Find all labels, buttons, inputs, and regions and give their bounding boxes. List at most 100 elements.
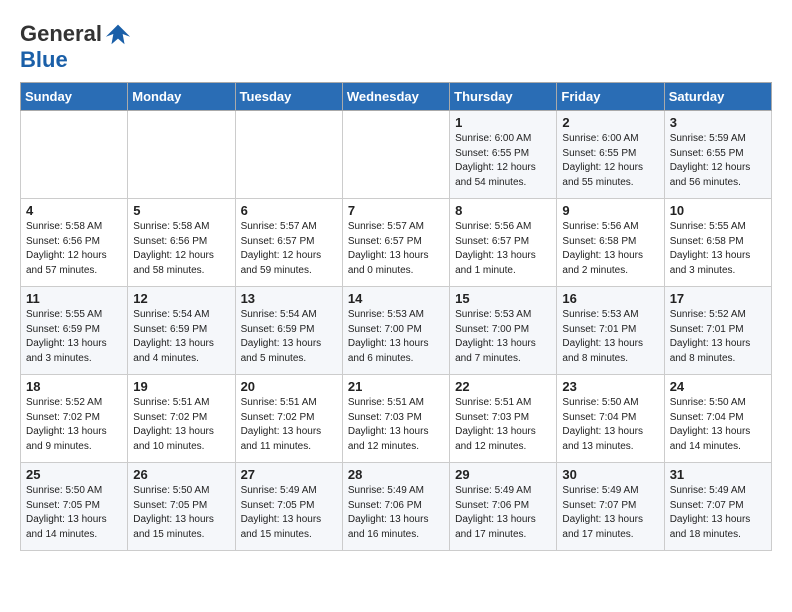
calendar-cell: 15 Sunrise: 5:53 AM Sunset: 7:00 PM Dayli… bbox=[450, 287, 557, 375]
day-info: Sunrise: 5:57 AM Sunset: 6:57 PM Dayligh… bbox=[348, 220, 444, 278]
calendar-cell: 6 Sunrise: 5:57 AM Sunset: 6:57 PM Daylig… bbox=[235, 199, 342, 287]
calendar-cell: 20 Sunrise: 5:51 AM Sunset: 7:02 PM Dayli… bbox=[235, 375, 342, 463]
day-info: Sunrise: 5:55 AM Sunset: 6:59 PM Dayligh… bbox=[26, 308, 122, 366]
calendar-cell: 1 Sunrise: 6:00 AM Sunset: 6:55 PM Daylig… bbox=[450, 111, 557, 199]
day-number: 20 bbox=[241, 379, 337, 394]
logo-bird-icon bbox=[104, 20, 132, 48]
calendar-cell: 23 Sunrise: 5:50 AM Sunset: 7:04 PM Dayli… bbox=[557, 375, 664, 463]
day-info: Sunrise: 5:52 AM Sunset: 7:01 PM Dayligh… bbox=[670, 308, 766, 366]
day-number: 26 bbox=[133, 467, 229, 482]
calendar-cell: 13 Sunrise: 5:54 AM Sunset: 6:59 PM Dayli… bbox=[235, 287, 342, 375]
weekday-header-sunday: Sunday bbox=[21, 83, 128, 111]
calendar-cell: 21Sunrise: 5:51 AM Sunset: 7:03 PM Dayli… bbox=[342, 375, 449, 463]
day-number: 23 bbox=[562, 379, 658, 394]
day-info: Sunrise: 5:50 AM Sunset: 7:05 PM Dayligh… bbox=[26, 484, 122, 542]
calendar-cell: 11 Sunrise: 5:55 AM Sunset: 6:59 PM Dayli… bbox=[21, 287, 128, 375]
day-number: 24 bbox=[670, 379, 766, 394]
calendar-cell: 7 Sunrise: 5:57 AM Sunset: 6:57 PM Daylig… bbox=[342, 199, 449, 287]
day-number: 9 bbox=[562, 203, 658, 218]
day-info: Sunrise: 5:54 AM Sunset: 6:59 PM Dayligh… bbox=[241, 308, 337, 366]
day-info: Sunrise: 5:53 AM Sunset: 7:01 PM Dayligh… bbox=[562, 308, 658, 366]
day-info: Sunrise: 5:52 AM Sunset: 7:02 PM Dayligh… bbox=[26, 396, 122, 454]
day-number: 8 bbox=[455, 203, 551, 218]
day-number: 19 bbox=[133, 379, 229, 394]
weekday-header-thursday: Thursday bbox=[450, 83, 557, 111]
day-info: Sunrise: 5:55 AM Sunset: 6:58 PM Dayligh… bbox=[670, 220, 766, 278]
calendar-cell: 10 Sunrise: 5:55 AM Sunset: 6:58 PM Dayli… bbox=[664, 199, 771, 287]
day-info: Sunrise: 5:49 AM Sunset: 7:07 PM Dayligh… bbox=[562, 484, 658, 542]
calendar-cell: 30 Sunrise: 5:49 AM Sunset: 7:07 PM Dayli… bbox=[557, 463, 664, 551]
logo: General Blue bbox=[20, 20, 132, 72]
day-info: Sunrise: 5:51 AM Sunset: 7:02 PM Dayligh… bbox=[241, 396, 337, 454]
calendar-cell: 4 Sunrise: 5:58 AM Sunset: 6:56 PM Daylig… bbox=[21, 199, 128, 287]
day-number: 2 bbox=[562, 115, 658, 130]
day-info: Sunrise: 5:58 AM Sunset: 6:56 PM Dayligh… bbox=[26, 220, 122, 278]
day-number: 6 bbox=[241, 203, 337, 218]
day-info: Sunrise: 5:50 AM Sunset: 7:05 PM Dayligh… bbox=[133, 484, 229, 542]
day-info: Sunrise: 5:50 AM Sunset: 7:04 PM Dayligh… bbox=[670, 396, 766, 454]
calendar-cell: 18 Sunrise: 5:52 AM Sunset: 7:02 PM Dayli… bbox=[21, 375, 128, 463]
day-info: Sunrise: 5:49 AM Sunset: 7:06 PM Dayligh… bbox=[455, 484, 551, 542]
calendar-cell: 12Sunrise: 5:54 AM Sunset: 6:59 PM Dayli… bbox=[128, 287, 235, 375]
calendar-cell: 26 Sunrise: 5:50 AM Sunset: 7:05 PM Dayli… bbox=[128, 463, 235, 551]
day-number: 22 bbox=[455, 379, 551, 394]
day-number: 5 bbox=[133, 203, 229, 218]
day-info: Sunrise: 5:56 AM Sunset: 6:58 PM Dayligh… bbox=[562, 220, 658, 278]
calendar-cell: 25 Sunrise: 5:50 AM Sunset: 7:05 PM Dayli… bbox=[21, 463, 128, 551]
day-info: Sunrise: 5:50 AM Sunset: 7:04 PM Dayligh… bbox=[562, 396, 658, 454]
calendar-cell: 31Sunrise: 5:49 AM Sunset: 7:07 PM Dayli… bbox=[664, 463, 771, 551]
day-number: 15 bbox=[455, 291, 551, 306]
day-info: Sunrise: 5:57 AM Sunset: 6:57 PM Dayligh… bbox=[241, 220, 337, 278]
day-number: 16 bbox=[562, 291, 658, 306]
calendar-header: General Blue bbox=[20, 20, 772, 72]
day-info: Sunrise: 5:53 AM Sunset: 7:00 PM Dayligh… bbox=[348, 308, 444, 366]
calendar-cell: 17Sunrise: 5:52 AM Sunset: 7:01 PM Dayli… bbox=[664, 287, 771, 375]
day-number: 13 bbox=[241, 291, 337, 306]
logo-general: General bbox=[20, 22, 102, 46]
day-number: 29 bbox=[455, 467, 551, 482]
calendar-cell: 8 Sunrise: 5:56 AM Sunset: 6:57 PM Daylig… bbox=[450, 199, 557, 287]
weekday-header-friday: Friday bbox=[557, 83, 664, 111]
day-number: 27 bbox=[241, 467, 337, 482]
day-info: Sunrise: 5:49 AM Sunset: 7:06 PM Dayligh… bbox=[348, 484, 444, 542]
weekday-header-saturday: Saturday bbox=[664, 83, 771, 111]
calendar-cell: 24 Sunrise: 5:50 AM Sunset: 7:04 PM Dayli… bbox=[664, 375, 771, 463]
logo-blue: Blue bbox=[20, 48, 68, 72]
day-info: Sunrise: 5:56 AM Sunset: 6:57 PM Dayligh… bbox=[455, 220, 551, 278]
day-number: 21 bbox=[348, 379, 444, 394]
calendar-cell: 3 Sunrise: 5:59 AM Sunset: 6:55 PM Daylig… bbox=[664, 111, 771, 199]
weekday-header-monday: Monday bbox=[128, 83, 235, 111]
calendar-cell: 27 Sunrise: 5:49 AM Sunset: 7:05 PM Dayli… bbox=[235, 463, 342, 551]
day-number: 3 bbox=[670, 115, 766, 130]
day-info: Sunrise: 6:00 AM Sunset: 6:55 PM Dayligh… bbox=[562, 132, 658, 190]
day-number: 7 bbox=[348, 203, 444, 218]
calendar-cell: 29 Sunrise: 5:49 AM Sunset: 7:06 PM Dayli… bbox=[450, 463, 557, 551]
day-info: Sunrise: 5:49 AM Sunset: 7:07 PM Dayligh… bbox=[670, 484, 766, 542]
calendar-cell bbox=[21, 111, 128, 199]
day-info: Sunrise: 5:51 AM Sunset: 7:03 PM Dayligh… bbox=[455, 396, 551, 454]
day-number: 1 bbox=[455, 115, 551, 130]
calendar-table: SundayMondayTuesdayWednesdayThursdayFrid… bbox=[20, 82, 772, 551]
day-info: Sunrise: 5:51 AM Sunset: 7:02 PM Dayligh… bbox=[133, 396, 229, 454]
calendar-cell: 9 Sunrise: 5:56 AM Sunset: 6:58 PM Daylig… bbox=[557, 199, 664, 287]
calendar-cell: 2 Sunrise: 6:00 AM Sunset: 6:55 PM Daylig… bbox=[557, 111, 664, 199]
day-number: 30 bbox=[562, 467, 658, 482]
day-number: 18 bbox=[26, 379, 122, 394]
day-info: Sunrise: 5:53 AM Sunset: 7:00 PM Dayligh… bbox=[455, 308, 551, 366]
day-number: 14 bbox=[348, 291, 444, 306]
day-number: 28 bbox=[348, 467, 444, 482]
day-number: 11 bbox=[26, 291, 122, 306]
weekday-header-wednesday: Wednesday bbox=[342, 83, 449, 111]
day-number: 4 bbox=[26, 203, 122, 218]
day-info: Sunrise: 5:49 AM Sunset: 7:05 PM Dayligh… bbox=[241, 484, 337, 542]
calendar-cell: 16 Sunrise: 5:53 AM Sunset: 7:01 PM Dayli… bbox=[557, 287, 664, 375]
day-info: Sunrise: 5:59 AM Sunset: 6:55 PM Dayligh… bbox=[670, 132, 766, 190]
weekday-header-tuesday: Tuesday bbox=[235, 83, 342, 111]
day-info: Sunrise: 6:00 AM Sunset: 6:55 PM Dayligh… bbox=[455, 132, 551, 190]
day-number: 10 bbox=[670, 203, 766, 218]
calendar-cell: 19 Sunrise: 5:51 AM Sunset: 7:02 PM Dayli… bbox=[128, 375, 235, 463]
calendar-cell: 5Sunrise: 5:58 AM Sunset: 6:56 PM Daylig… bbox=[128, 199, 235, 287]
day-number: 25 bbox=[26, 467, 122, 482]
day-number: 12 bbox=[133, 291, 229, 306]
calendar-cell bbox=[342, 111, 449, 199]
